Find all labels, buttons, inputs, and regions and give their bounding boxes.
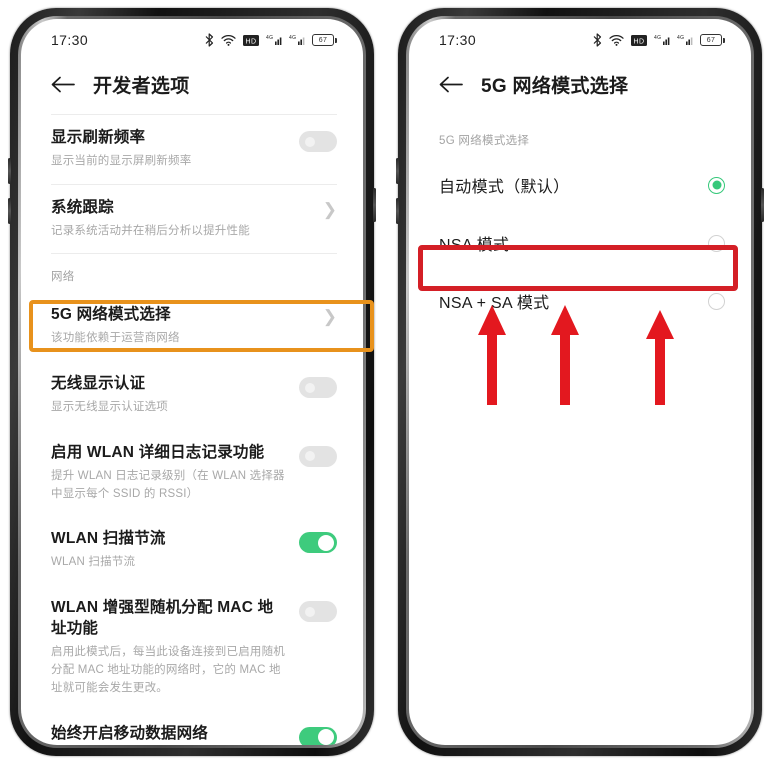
row-subtitle: WLAN 扫描节流 — [51, 556, 136, 569]
setting-row-5g-network-mode[interactable]: 5G 网络模式选择 该功能依赖于运营商网络 ❯ — [21, 292, 363, 361]
bluetooth-icon — [205, 33, 214, 47]
radio-button-nsa[interactable] — [708, 234, 725, 252]
battery-icon: 67 — [700, 34, 725, 46]
back-arrow-icon[interactable] — [439, 76, 463, 93]
toggle-always-on-mobile-data[interactable] — [299, 726, 337, 745]
row-title: 系统跟踪 — [51, 198, 114, 216]
up-arrow-annotation-icon — [646, 310, 674, 405]
svg-text:4G: 4G — [266, 35, 273, 41]
svg-text:HD: HD — [634, 38, 645, 45]
wifi-icon — [609, 34, 624, 46]
toggle-wlan-scan-throttling[interactable] — [299, 532, 337, 554]
volume-down-button-left[interactable] — [8, 198, 11, 224]
back-arrow-icon[interactable] — [51, 76, 75, 93]
row-subtitle: 显示当前的显示屏刷新频率 — [51, 154, 192, 167]
radio-button-nsa-sa[interactable] — [708, 292, 725, 310]
row-title: 始终开启移动数据网络 — [51, 724, 209, 742]
volume-up-button-right[interactable] — [396, 158, 399, 184]
svg-text:4G: 4G — [654, 35, 661, 41]
radio-label: NSA 模式 — [439, 237, 510, 254]
signal-4g-two-icon: 4G — [289, 34, 305, 46]
up-arrow-annotation-icon — [551, 305, 579, 405]
svg-text:HD: HD — [246, 38, 257, 45]
toggle-wlan-enhanced-mac-randomization[interactable] — [299, 601, 337, 623]
setting-row-wlan-verbose-logging[interactable]: 启用 WLAN 详细日志记录功能 提升 WLAN 日志记录级别（在 WLAN 选… — [21, 430, 363, 517]
toggle-refresh-rate[interactable] — [299, 131, 337, 152]
status-clock: 17:30 — [439, 32, 477, 48]
toggle-wireless-display-cert[interactable] — [299, 377, 337, 399]
section-label-network: 网络 — [51, 271, 75, 284]
status-icon-group: HD 4G 4G 67 — [205, 33, 337, 47]
row-title: 显示刷新频率 — [51, 129, 146, 146]
setting-row-always-on-mobile-data[interactable]: 始终开启移动数据网络 始终开启移动数据网络，即使 WLAN 网络已开启（便于快速… — [21, 711, 363, 745]
row-subtitle: 显示无线显示认证选项 — [51, 401, 168, 414]
row-subtitle: 记录系统活动并在稍后分析以提升性能 — [51, 224, 250, 237]
up-arrow-annotation-icon — [478, 305, 506, 405]
hd-icon: HD — [243, 34, 259, 46]
settings-list-left: 显示刷新频率 显示当前的显示屏刷新频率 系统跟踪 记录系统活动并在稍后分析以提升… — [21, 115, 363, 745]
wifi-icon — [221, 34, 236, 46]
svg-text:4G: 4G — [289, 35, 296, 41]
radio-label: 自动模式（默认） — [439, 179, 570, 196]
section-label-5g-mode: 5G 网络模式选择 — [439, 135, 530, 147]
signal-4g-one-icon: 4G — [654, 34, 670, 46]
page-title: 开发者选项 — [93, 76, 190, 97]
title-bar-right: 5G 网络模式选择 — [409, 61, 751, 114]
row-title: WLAN 扫描节流 — [51, 530, 166, 548]
radio-option-auto[interactable]: 自动模式（默认） — [409, 156, 751, 214]
radio-group-5g-mode: 自动模式（默认） NSA 模式 NSA + SA 模式 — [409, 156, 751, 330]
chevron-right-icon: ❯ — [322, 307, 337, 327]
battery-icon: 67 — [312, 34, 337, 46]
screenshot-stage: 17:30 HD 4G 4G 67 开发者选项 显示刷新频率 显示当前的显示屏刷… — [0, 0, 766, 764]
svg-text:4G: 4G — [677, 35, 684, 41]
setting-row-wireless-display-cert[interactable]: 无线显示认证 显示无线显示认证选项 — [21, 361, 363, 430]
row-title: 启用 WLAN 详细日志记录功能 — [51, 443, 265, 461]
setting-row-wlan-scan-throttling[interactable]: WLAN 扫描节流 WLAN 扫描节流 — [21, 516, 363, 585]
signal-4g-one-icon: 4G — [266, 34, 282, 46]
row-title: 无线显示认证 — [51, 375, 146, 393]
radio-button-auto[interactable] — [708, 176, 725, 194]
page-title: 5G 网络模式选择 — [481, 76, 629, 97]
status-bar-left: 17:30 HD 4G 4G 67 — [21, 19, 363, 61]
toggle-wlan-verbose-logging[interactable] — [299, 445, 337, 467]
battery-level-text: 67 — [318, 36, 328, 44]
row-subtitle: 启用此模式后，每当此设备连接到已启用随机分配 MAC 地址功能的网络时，它的 M… — [51, 646, 285, 694]
status-clock: 17:30 — [51, 32, 89, 48]
hd-icon: HD — [631, 34, 647, 46]
row-title: 5G 网络模式选择 — [51, 306, 171, 324]
chevron-right-icon: ❯ — [322, 199, 337, 219]
phone-bezel-left: 17:30 HD 4G 4G 67 开发者选项 显示刷新频率 显示当前的显示屏刷… — [18, 16, 366, 748]
phone-device-left: 17:30 HD 4G 4G 67 开发者选项 显示刷新频率 显示当前的显示屏刷… — [8, 8, 376, 756]
battery-level-text: 67 — [706, 36, 716, 44]
row-title: WLAN 增强型随机分配 MAC 地址功能 — [51, 599, 274, 638]
radio-option-nsa[interactable]: NSA 模式 — [409, 214, 751, 272]
row-subtitle: 提升 WLAN 日志记录级别（在 WLAN 选择器中显示每个 SSID 的 RS… — [51, 469, 285, 500]
title-bar-left: 开发者选项 — [21, 61, 363, 114]
volume-up-button-left[interactable] — [8, 158, 11, 184]
setting-row-refresh-rate[interactable]: 显示刷新频率 显示当前的显示屏刷新频率 — [21, 115, 363, 184]
status-icon-group: HD 4G 4G 67 — [593, 33, 725, 47]
setting-row-system-trace[interactable]: 系统跟踪 记录系统活动并在稍后分析以提升性能 ❯ — [21, 185, 363, 254]
power-button-left[interactable] — [373, 188, 376, 222]
volume-down-button-right[interactable] — [396, 198, 399, 224]
setting-row-wlan-enhanced-mac-randomization[interactable]: WLAN 增强型随机分配 MAC 地址功能 启用此模式后，每当此设备连接到已启用… — [21, 585, 363, 710]
bluetooth-icon — [593, 33, 602, 47]
signal-4g-two-icon: 4G — [677, 34, 693, 46]
screen-left: 17:30 HD 4G 4G 67 开发者选项 显示刷新频率 显示当前的显示屏刷… — [21, 19, 363, 745]
row-subtitle: 该功能依赖于运营商网络 — [51, 332, 180, 345]
status-bar-right: 17:30 HD 4G 4G 67 — [409, 19, 751, 61]
power-button-right[interactable] — [761, 188, 764, 222]
